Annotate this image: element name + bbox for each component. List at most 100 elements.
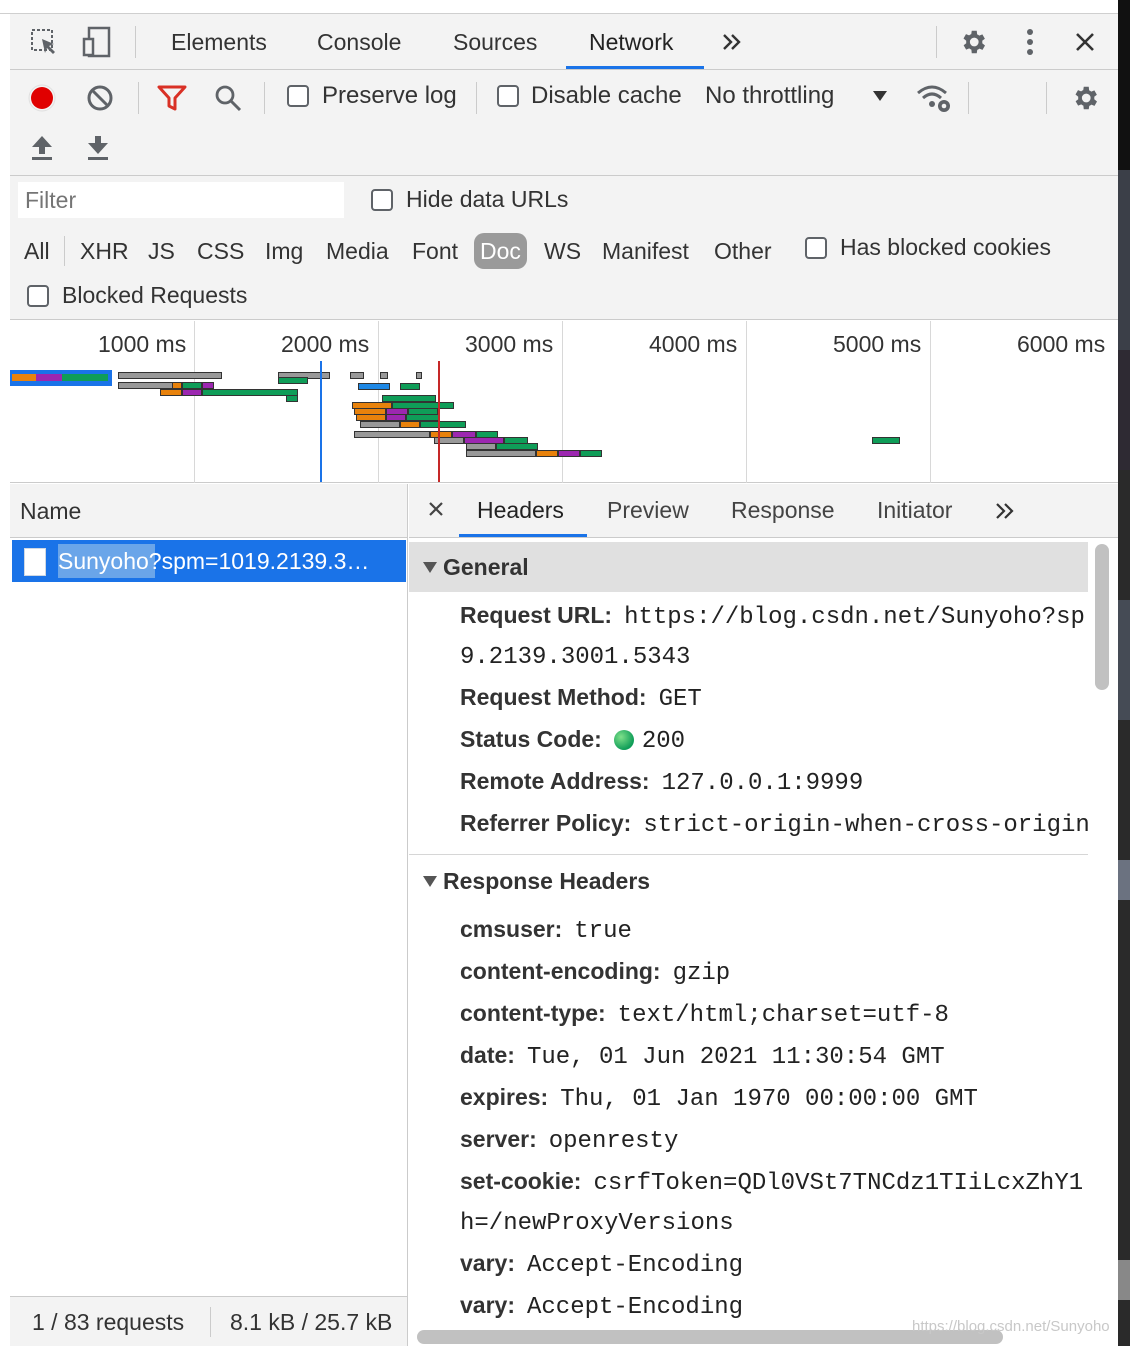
disable-cache-label[interactable]: Disable cache: [531, 82, 682, 110]
filter-type-js[interactable]: JS: [148, 233, 175, 269]
filter-type-css[interactable]: CSS: [197, 233, 244, 269]
name-column-header[interactable]: Name: [10, 484, 407, 538]
timeline-tick: [194, 321, 195, 483]
waterfall-bar: [466, 443, 496, 450]
filter-type-manifest[interactable]: Manifest: [602, 233, 689, 269]
filter-funnel-icon[interactable]: [156, 82, 188, 114]
request-row-selected[interactable]: Sunyoho?spm=1019.2139.3…: [12, 540, 406, 582]
has-blocked-cookies-label[interactable]: Has blocked cookies: [840, 234, 1051, 261]
timeline-tick: [562, 321, 563, 483]
network-conditions-wifi-icon[interactable]: [914, 80, 954, 116]
tab-sources[interactable]: Sources: [453, 14, 537, 70]
has-blocked-cookies-checkbox[interactable]: [805, 237, 827, 259]
preserve-log-checkbox[interactable]: [287, 85, 309, 107]
filter-type-img[interactable]: Img: [265, 233, 303, 269]
header-key: content-type:: [460, 1000, 606, 1026]
device-toolbar-icon[interactable]: [80, 24, 114, 60]
hide-data-urls-checkbox[interactable]: [371, 189, 393, 211]
tick-label-6000: 6000 ms: [1017, 331, 1106, 357]
waterfall-bar: [202, 389, 298, 396]
tab-initiator[interactable]: Initiator: [877, 484, 952, 536]
response-header-row: date: Tue, 01 Jun 2021 11:30:54 GMT: [460, 1036, 1088, 1074]
waterfall-bar: [182, 389, 202, 396]
status-bar: 1 / 83 requests 8.1 kB / 25.7 kB: [10, 1296, 407, 1346]
tab-response[interactable]: Response: [731, 484, 835, 536]
tab-preview[interactable]: Preview: [607, 484, 689, 536]
import-har-upload-icon[interactable]: [28, 132, 56, 164]
waterfall-bar: [382, 395, 436, 402]
more-detail-tabs-chevron-icon[interactable]: [993, 500, 1017, 522]
request-url-row: Request URL: https://blog.csdn.net/Sunyoh…: [460, 596, 1088, 634]
more-options-kebab-icon[interactable]: [1018, 26, 1042, 58]
tick-label-2000: 2000 ms: [281, 331, 370, 357]
record-icon[interactable]: [26, 82, 58, 114]
network-settings-gear-icon[interactable]: [1068, 81, 1102, 115]
waterfall-bar: [466, 450, 536, 457]
tab-network[interactable]: Network: [589, 14, 673, 70]
tab-console[interactable]: Console: [317, 14, 401, 70]
export-har-download-icon[interactable]: [84, 132, 112, 164]
tick-label-4000: 4000 ms: [649, 331, 738, 357]
tab-elements[interactable]: Elements: [171, 14, 267, 70]
waterfall-bar: [558, 450, 580, 457]
request-url-continuation: 9.2139.3001.5343: [460, 636, 1088, 674]
remote-address-row: Remote Address: 127.0.0.1:9999: [460, 762, 1088, 800]
waterfall-bar: [286, 395, 298, 402]
header-key: cmsuser:: [460, 916, 563, 942]
waterfall-bar: [536, 450, 558, 457]
hide-data-urls-label[interactable]: Hide data URLs: [406, 186, 568, 213]
waterfall-bar: [420, 421, 466, 428]
waterfall-bar: [202, 382, 214, 389]
filter-type-font[interactable]: Font: [412, 233, 458, 269]
response-headers-title: Response Headers: [443, 868, 651, 894]
filter-input[interactable]: [18, 182, 344, 218]
top-gap: [0, 0, 1118, 14]
header-value: Accept-Encoding: [526, 1294, 744, 1321]
close-devtools-icon[interactable]: [1070, 28, 1100, 56]
filter-type-media[interactable]: Media: [326, 233, 389, 269]
waterfall-bar: [278, 377, 308, 384]
filter-type-all[interactable]: All: [24, 233, 50, 269]
request-name: Sunyoho?spm=1019.2139.3…: [58, 548, 370, 574]
expand-triangle-icon: [423, 876, 437, 887]
preserve-log-label[interactable]: Preserve log: [322, 82, 457, 110]
waterfall-bar: [160, 389, 182, 396]
inspect-element-icon[interactable]: [28, 26, 60, 58]
general-section-header[interactable]: General: [409, 542, 1088, 592]
status-ok-dot-icon: [613, 730, 634, 750]
filter-type-ws[interactable]: WS: [544, 233, 581, 269]
expand-triangle-icon: [423, 562, 437, 573]
active-detail-tab-indicator: [459, 534, 587, 537]
waterfall-bar: [406, 414, 440, 421]
close-details-icon[interactable]: [425, 498, 447, 520]
header-value: strict-origin-when-cross-origin: [643, 812, 1088, 839]
filter-type-other[interactable]: Other: [714, 233, 772, 269]
blocked-requests-label[interactable]: Blocked Requests: [62, 282, 247, 309]
filter-type-doc[interactable]: Doc: [474, 233, 527, 269]
more-tabs-chevron-icon[interactable]: [718, 28, 746, 56]
header-value: Thu, 01 Jan 1970 00:00:00 GMT: [560, 1086, 978, 1113]
blocked-requests-checkbox[interactable]: [27, 285, 49, 307]
throttling-dropdown-arrow-icon[interactable]: [870, 86, 890, 106]
response-header-row: content-encoding: gzip: [460, 952, 1088, 990]
header-key: content-encoding:: [460, 958, 661, 984]
header-key: Referrer Policy:: [460, 810, 632, 836]
request-details: Headers Preview Response Initiator Gener…: [409, 484, 1118, 1346]
timeline-tick: [930, 321, 931, 483]
filter-type-xhr[interactable]: XHR: [80, 233, 129, 269]
clear-icon[interactable]: [84, 82, 116, 114]
waterfall-bar: [182, 382, 202, 389]
response-headers-section-header[interactable]: Response Headers: [409, 856, 1088, 906]
tab-headers[interactable]: Headers: [477, 484, 564, 536]
settings-gear-icon[interactable]: [956, 25, 990, 59]
header-value: text/html;charset=utf-8: [617, 1002, 949, 1029]
disable-cache-checkbox[interactable]: [497, 85, 519, 107]
throttling-select[interactable]: No throttling: [705, 82, 834, 110]
vertical-scrollbar[interactable]: [1095, 544, 1109, 690]
network-overview-timeline[interactable]: 1000 ms 2000 ms 3000 ms 4000 ms 5000 ms …: [10, 321, 1118, 483]
search-icon[interactable]: [212, 82, 244, 114]
header-key: Request URL:: [460, 602, 613, 628]
tick-label-3000: 3000 ms: [465, 331, 554, 357]
active-tab-indicator: [566, 66, 704, 69]
header-key: set-cookie:: [460, 1168, 582, 1194]
